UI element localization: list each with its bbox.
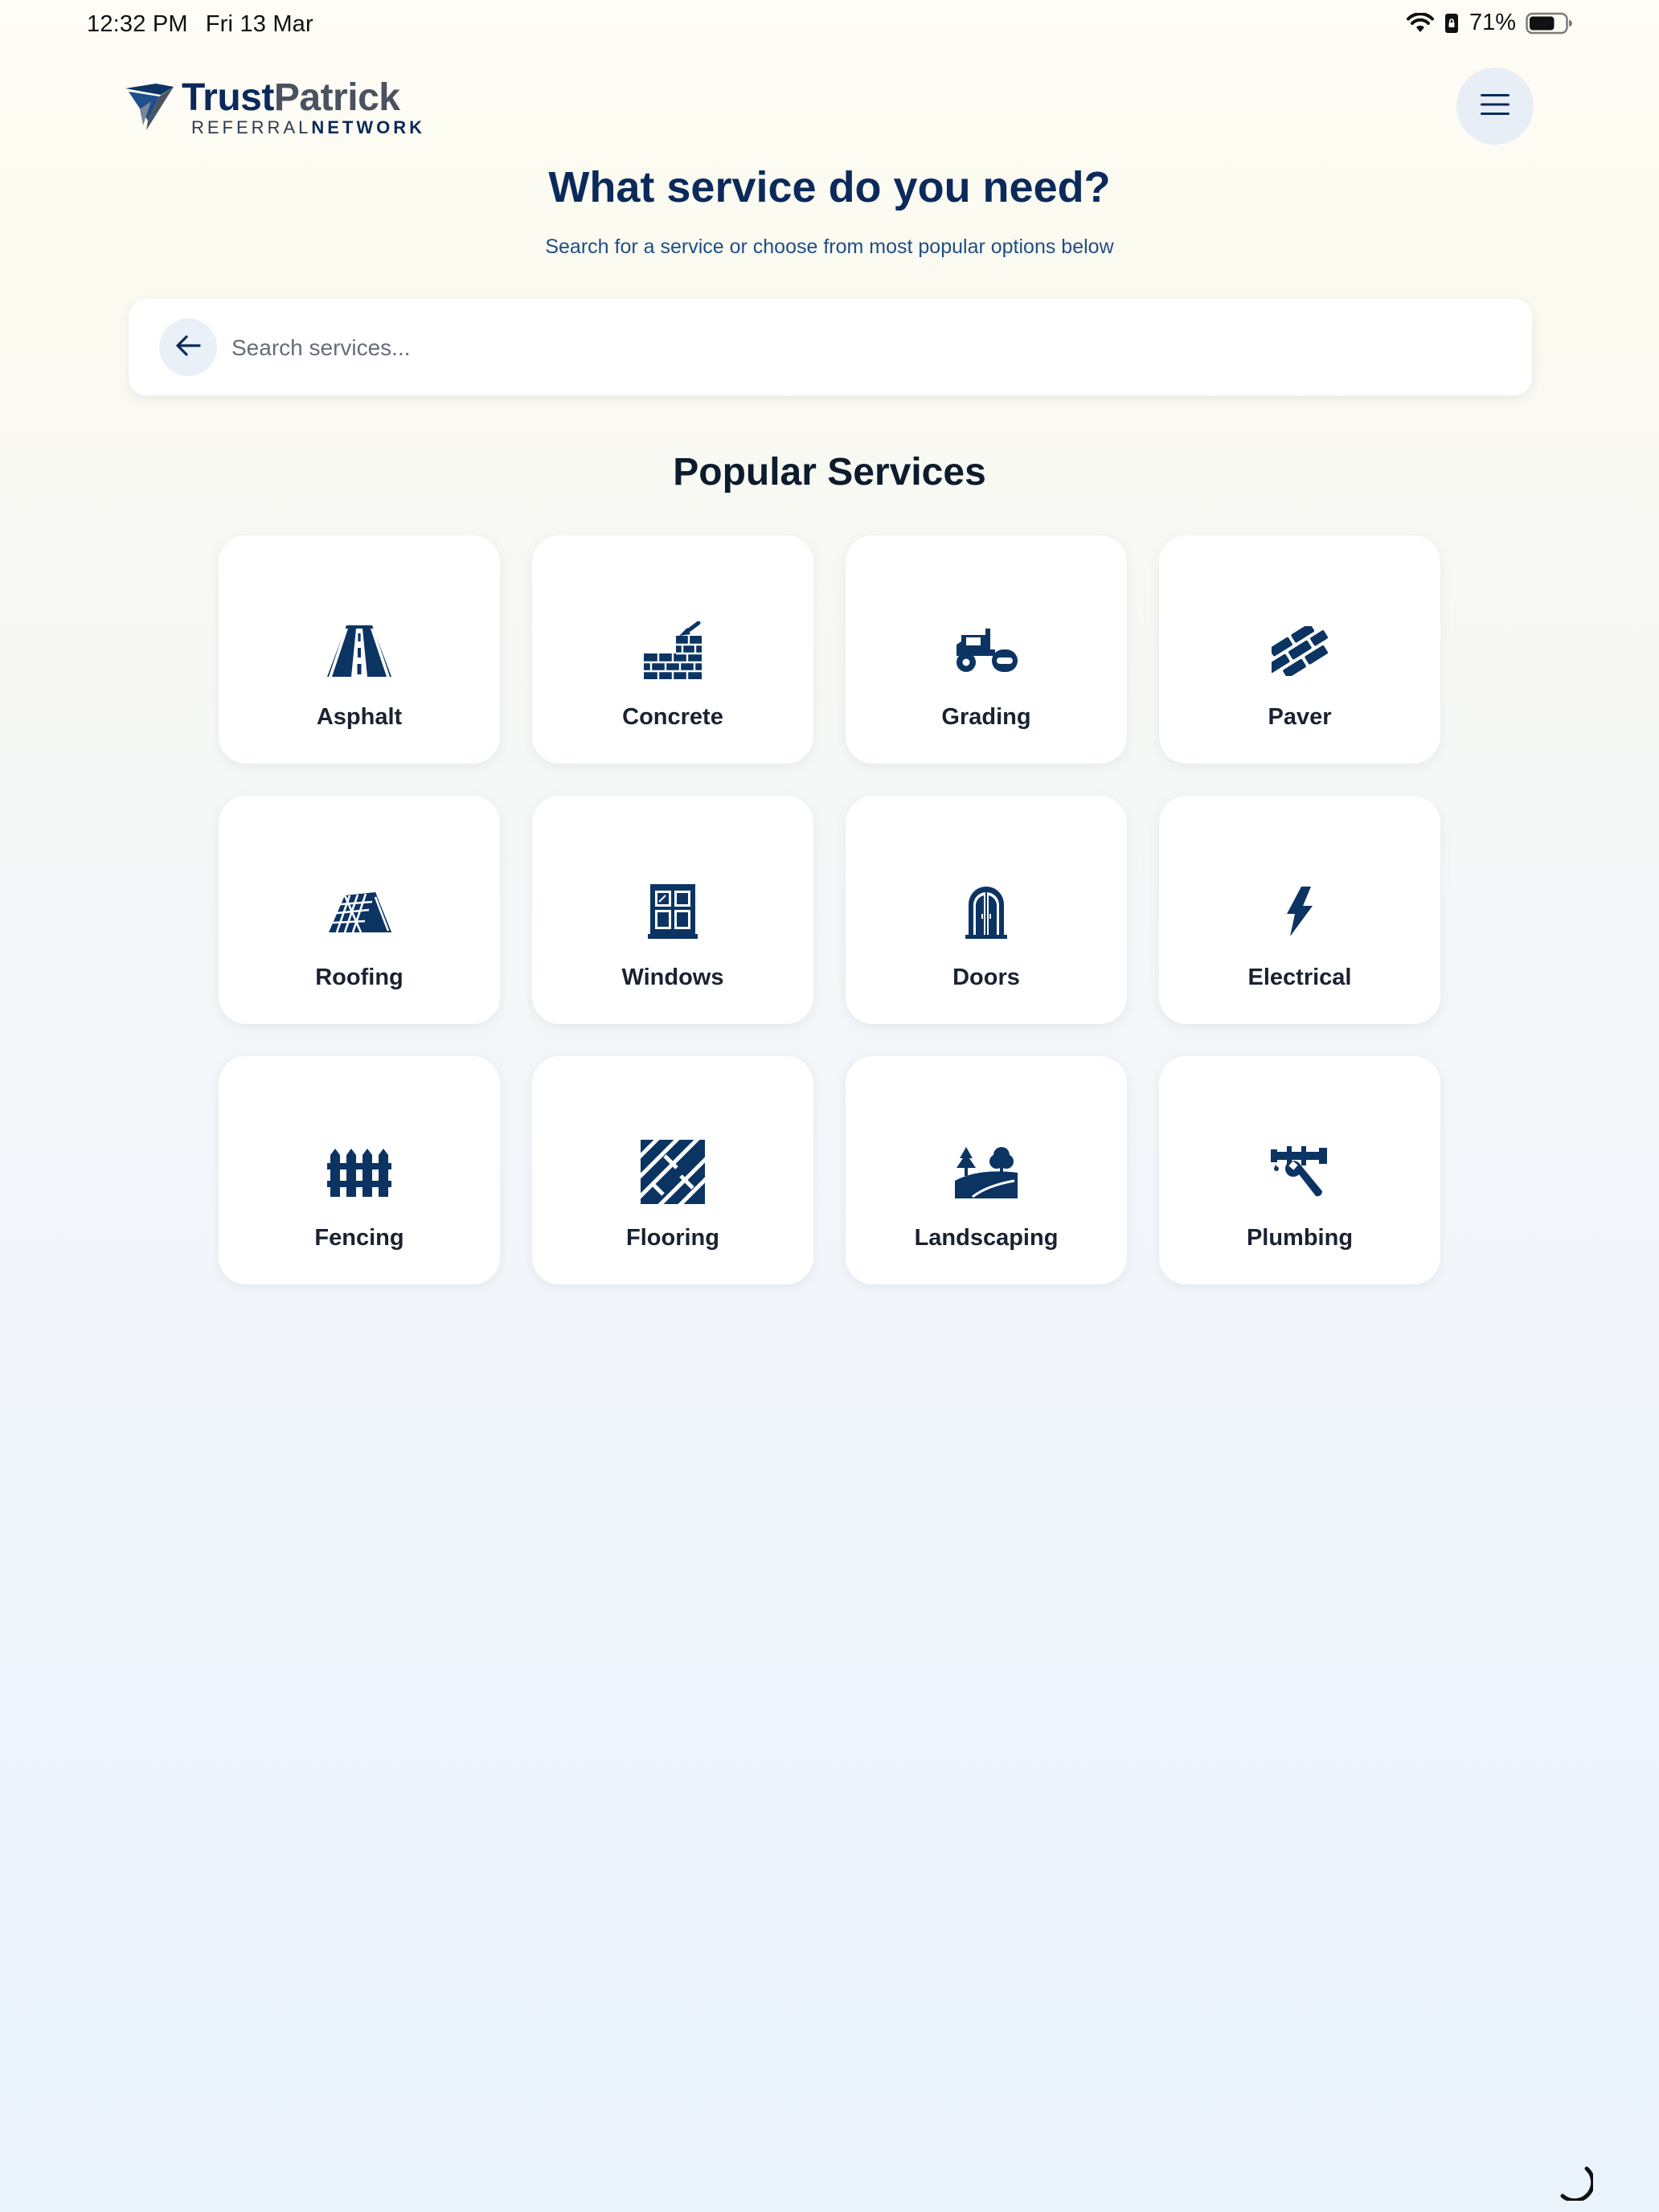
lock-rotation-icon — [1444, 13, 1460, 34]
paver-bricks-icon — [1264, 619, 1335, 683]
service-card-asphalt[interactable]: Asphalt — [219, 535, 500, 764]
service-card-plumbing[interactable]: Plumbing — [1159, 1056, 1440, 1284]
service-label: Roofing — [315, 965, 403, 990]
lightning-bolt-icon — [1264, 879, 1335, 944]
road-roller-icon — [951, 619, 1022, 683]
fence-icon — [324, 1140, 395, 1204]
road-icon — [324, 619, 395, 683]
search-back-button[interactable] — [159, 318, 217, 376]
floor-tiles-icon — [637, 1140, 708, 1204]
door-icon — [951, 879, 1022, 944]
trees-hill-icon — [951, 1140, 1022, 1204]
logo-network-text: NETWORK — [311, 117, 426, 137]
menu-button[interactable] — [1456, 68, 1534, 145]
battery-icon — [1526, 12, 1572, 35]
service-label: Grading — [941, 704, 1031, 730]
search-bar — [129, 299, 1532, 395]
service-label: Paver — [1268, 704, 1332, 730]
logo-subtitle: REFERRALNETWORK — [191, 117, 425, 138]
arrow-left-icon — [174, 334, 202, 362]
service-card-concrete[interactable]: Concrete — [532, 535, 813, 764]
service-label: Flooring — [626, 1225, 719, 1251]
service-label: Concrete — [622, 704, 723, 730]
service-label: Doors — [952, 965, 1020, 990]
services-grid: Asphalt Concrete Grading Paver Roofing W… — [219, 535, 1440, 1284]
wifi-icon — [1406, 12, 1434, 34]
logo-referral-text: REFERRAL — [191, 117, 312, 137]
window-icon — [637, 879, 708, 944]
roof-icon — [324, 879, 395, 944]
service-card-electrical[interactable]: Electrical — [1159, 796, 1440, 1024]
status-date: Fri 13 Mar — [205, 11, 313, 37]
status-bar: 12:32 PM Fri 13 Mar 71% — [0, 0, 1659, 51]
service-label: Plumbing — [1246, 1225, 1354, 1251]
battery-percent: 71% — [1469, 10, 1516, 35]
section-title-popular: Popular Services — [673, 451, 986, 494]
status-right: 71% — [1406, 10, 1572, 36]
shield-logo-icon — [124, 80, 177, 137]
service-label: Asphalt — [316, 704, 403, 730]
service-label: Electrical — [1247, 965, 1352, 990]
service-card-landscaping[interactable]: Landscaping — [846, 1056, 1127, 1284]
service-card-paver[interactable]: Paver — [1159, 535, 1440, 764]
service-card-fencing[interactable]: Fencing — [219, 1056, 500, 1284]
logo-wordmark: TrustPatrick — [182, 76, 400, 120]
brand-logo[interactable]: TrustPatrick REFERRALNETWORK — [124, 76, 429, 141]
wrench-pipe-icon — [1264, 1140, 1335, 1204]
logo-patrick-text: Patrick — [273, 76, 400, 119]
brick-wall-trowel-icon — [637, 619, 708, 683]
service-card-grading[interactable]: Grading — [846, 535, 1127, 764]
status-left: 12:32 PM Fri 13 Mar — [87, 11, 313, 38]
service-card-doors[interactable]: Doors — [846, 796, 1127, 1024]
service-label: Windows — [621, 965, 724, 990]
service-card-flooring[interactable]: Flooring — [532, 1056, 813, 1284]
status-time: 12:32 PM — [87, 11, 188, 37]
page-subtitle: Search for a service or choose from most… — [545, 236, 1114, 258]
service-card-windows[interactable]: Windows — [532, 796, 813, 1024]
loading-spinner-icon — [1556, 2164, 1596, 2205]
page-title: What service do you need? — [548, 163, 1111, 211]
service-label: Landscaping — [914, 1225, 1059, 1251]
service-card-roofing[interactable]: Roofing — [219, 796, 500, 1024]
search-input[interactable] — [230, 323, 1503, 373]
service-label: Fencing — [314, 1225, 404, 1251]
logo-trust-text: Trust — [182, 76, 274, 119]
hamburger-icon — [1479, 92, 1511, 121]
